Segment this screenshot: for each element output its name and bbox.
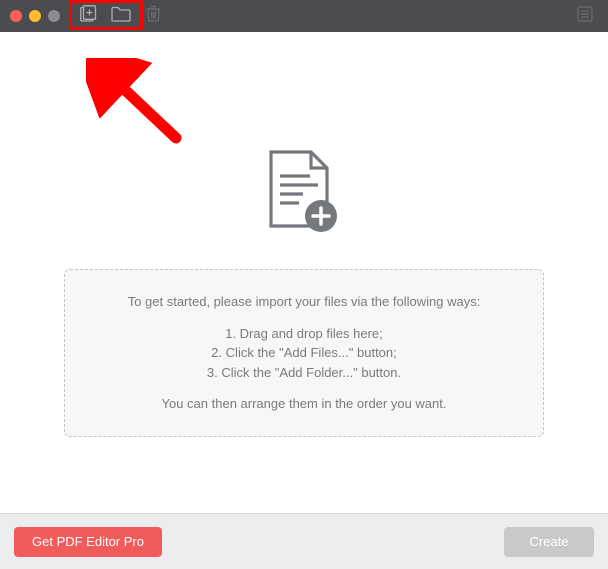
- delete-button: [140, 5, 166, 27]
- add-file-icon: [80, 5, 99, 27]
- annotation-arrow: [86, 58, 196, 163]
- list-icon: [577, 6, 593, 27]
- instructions-panel: To get started, please import your files…: [64, 269, 544, 437]
- content-area[interactable]: To get started, please import your files…: [0, 32, 608, 513]
- instructions-steps: 1. Drag and drop files here; 2. Click th…: [85, 324, 523, 383]
- footer: Get PDF Editor Pro Create: [0, 513, 608, 569]
- instructions-outro: You can then arrange them in the order y…: [85, 394, 523, 414]
- list-view-button: [572, 5, 598, 27]
- minimize-window-button[interactable]: [29, 10, 41, 22]
- traffic-lights: [10, 10, 60, 22]
- folder-icon: [111, 6, 131, 27]
- maximize-window-button[interactable]: [48, 10, 60, 22]
- instructions-intro: To get started, please import your files…: [85, 292, 523, 312]
- titlebar: [0, 0, 608, 32]
- add-files-button[interactable]: [76, 5, 102, 27]
- instructions-step1: 1. Drag and drop files here;: [225, 326, 383, 341]
- get-pro-button[interactable]: Get PDF Editor Pro: [14, 527, 162, 557]
- close-window-button[interactable]: [10, 10, 22, 22]
- add-folder-button[interactable]: [108, 5, 134, 27]
- toolbar: [76, 5, 166, 27]
- toolbar-right: [572, 0, 598, 32]
- create-button: Create: [504, 527, 594, 557]
- document-add-icon: [263, 148, 345, 245]
- trash-icon: [146, 5, 161, 27]
- app-window: To get started, please import your files…: [0, 0, 608, 569]
- instructions-step2: 2. Click the "Add Files..." button;: [211, 345, 397, 360]
- instructions-step3: 3. Click the "Add Folder..." button.: [207, 365, 401, 380]
